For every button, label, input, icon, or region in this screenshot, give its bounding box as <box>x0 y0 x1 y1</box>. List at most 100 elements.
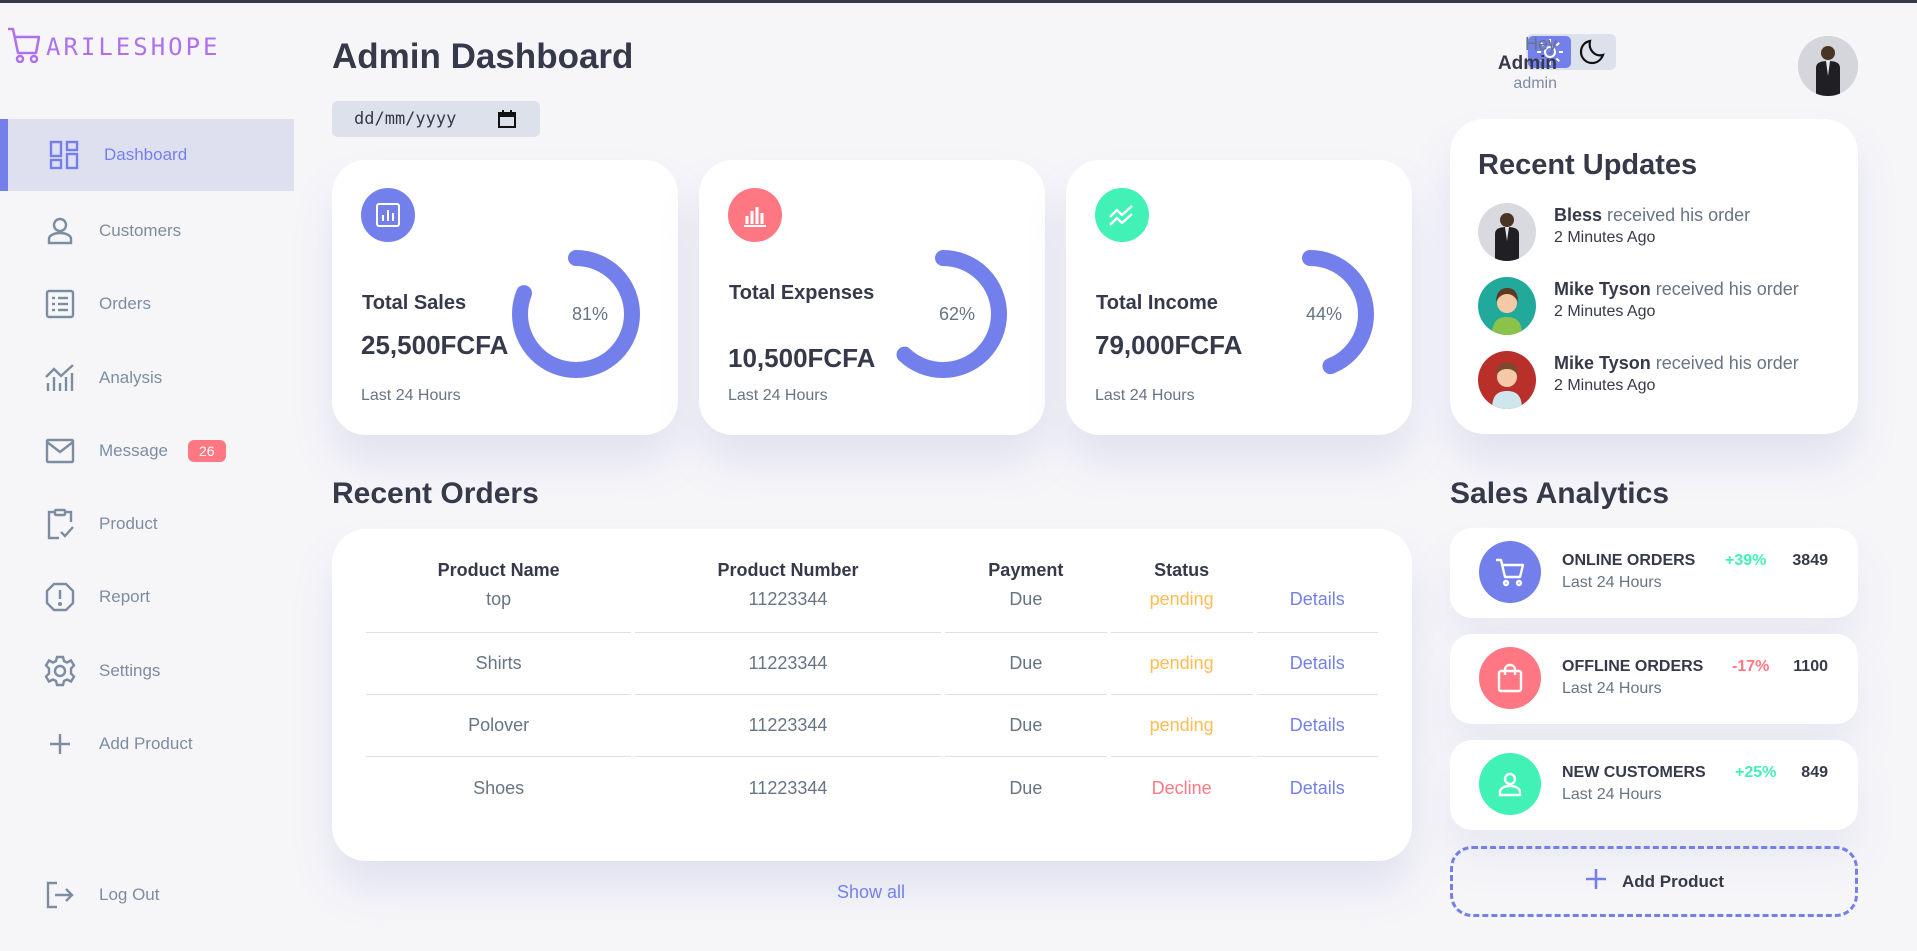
analytic-subtitle: Last 24 Hours <box>1562 680 1662 697</box>
sidebar-item-label: Dashboard <box>104 145 188 164</box>
avatar <box>1478 277 1536 335</box>
sales-card: Total Sales 25,500FCFA 81% Last 24 Hours <box>332 160 678 435</box>
avatar <box>1478 351 1536 409</box>
greeting: Hey <box>1524 34 1557 54</box>
analytic-subtitle: Last 24 Hours <box>1562 574 1662 591</box>
payment-cell: Due <box>944 695 1107 757</box>
avatar <box>1478 203 1536 261</box>
product-name-cell: top <box>366 585 632 633</box>
recent-updates-title: Recent Updates <box>1478 149 1698 181</box>
shopping-bag-icon <box>1479 647 1541 709</box>
table-row: Shoes 11223344 Due Decline Details <box>366 757 1378 819</box>
analytic-change: +39% <box>1725 552 1767 569</box>
update-time: 2 Minutes Ago <box>1554 377 1656 394</box>
sales-analytics-title: Sales Analytics <box>1450 477 1670 510</box>
analytic-subtitle: Last 24 Hours <box>1562 786 1662 803</box>
status-cell: Decline <box>1151 777 1212 798</box>
payment-cell: Due <box>944 633 1107 695</box>
analytic-count: 849 <box>1801 764 1828 781</box>
sidebar-item-label: Report <box>99 587 151 606</box>
analytic-label: NEW CUSTOMERS <box>1562 764 1706 781</box>
update-name: Mike Tyson <box>1554 353 1651 373</box>
update-item: Bless received his order 2 Minutes Ago <box>1478 203 1848 263</box>
card-title: Total Expenses <box>729 282 875 304</box>
mail-icon <box>44 435 76 467</box>
card-title: Total Income <box>1096 292 1218 314</box>
card-title: Total Sales <box>362 292 467 314</box>
update-item: Mike Tyson received his order 2 Minutes … <box>1478 277 1848 337</box>
details-link[interactable]: Details <box>1256 695 1378 757</box>
online-orders-card: ONLINE ORDERS Last 24 Hours +39% 3849 <box>1450 528 1858 618</box>
sidebar-item-dashboard[interactable]: Dashboard <box>0 119 294 191</box>
update-text: Bless received his order <box>1554 205 1750 226</box>
plus-icon <box>44 728 76 760</box>
show-all-link[interactable]: Show all <box>837 882 905 903</box>
product-name-cell: Shirts <box>366 633 632 695</box>
user-role: admin <box>1513 75 1557 92</box>
update-message: received his order <box>1650 279 1799 299</box>
receipt-list-icon <box>44 288 76 320</box>
sidebar-item-label: Add Product <box>99 734 193 753</box>
product-name-cell: Shoes <box>473 777 525 798</box>
sidebar-item-label: Product <box>99 514 158 533</box>
logout-button[interactable]: Log Out <box>0 859 294 931</box>
update-text: Mike Tyson received his order <box>1554 279 1799 300</box>
column-header: Status <box>1154 559 1210 580</box>
cart-icon <box>6 25 41 68</box>
sidebar-item-add-product[interactable]: Add Product <box>0 708 294 780</box>
orders-table: Product Name Product Number Payment Stat… <box>362 555 1382 819</box>
product-name-cell: Polover <box>366 695 632 757</box>
table-row: top 11223344 Due pending Details <box>366 585 1378 633</box>
sales-chart-icon <box>361 188 415 242</box>
sidebar-item-message[interactable]: Message 26 <box>0 415 294 487</box>
table-row: Shirts 11223344 Due pending Details <box>366 633 1378 695</box>
gear-icon <box>44 655 76 687</box>
profile-info: Hey Admin admin <box>1498 34 1557 94</box>
income-card: Total Income 79,000FCFA 44% Last 24 Hour… <box>1066 160 1412 435</box>
sidebar-item-analysis[interactable]: Analysis <box>0 342 294 414</box>
analytic-change: -17% <box>1732 658 1770 675</box>
details-link[interactable]: Details <box>1256 585 1378 633</box>
recent-updates-panel: Recent Updates Bless received his order … <box>1450 119 1858 434</box>
brand-name: ARILESHOPE <box>46 32 221 61</box>
details-link[interactable]: Details <box>1257 757 1379 819</box>
new-customers-card: NEW CUSTOMERS Last 24 Hours +25% 849 <box>1450 740 1858 830</box>
recent-orders-panel: Product Name Product Number Payment Stat… <box>332 529 1412 861</box>
page-title: Admin Dashboard <box>332 37 634 76</box>
date-input[interactable]: dd/mm/yyyy <box>332 101 540 137</box>
report-icon <box>44 581 76 613</box>
payment-cell: Due <box>944 585 1107 633</box>
product-number-cell: 11223344 <box>635 633 941 695</box>
sidebar-item-customers[interactable]: Customers <box>0 195 294 267</box>
person-icon <box>44 215 76 247</box>
brand-logo[interactable]: ARILESHOPE <box>6 25 221 68</box>
card-percent: 44% <box>1305 304 1343 324</box>
moon-icon[interactable] <box>1578 38 1606 71</box>
details-link[interactable]: Details <box>1256 633 1378 695</box>
calendar-icon[interactable] <box>498 110 516 133</box>
person-icon <box>1479 753 1541 815</box>
update-message: received his order <box>1602 205 1751 225</box>
sidebar-item-report[interactable]: Report <box>0 561 294 633</box>
sidebar-item-product[interactable]: Product <box>0 488 294 560</box>
logout-label: Log Out <box>99 885 160 904</box>
update-time: 2 Minutes Ago <box>1554 303 1656 320</box>
update-text: Mike Tyson received his order <box>1554 353 1799 374</box>
payment-cell: Due <box>1009 777 1043 798</box>
insights-icon <box>44 362 76 394</box>
add-product-label: Add Product <box>1622 871 1724 891</box>
expenses-card: Total Expenses 10,500FCFA 62% Last 24 Ho… <box>699 160 1045 435</box>
card-value: 10,500FCFA <box>728 343 876 373</box>
card-percent: 62% <box>938 304 976 324</box>
analytic-change: +25% <box>1735 764 1777 781</box>
analytic-label: OFFLINE ORDERS <box>1562 658 1704 675</box>
sidebar-item-orders[interactable]: Orders <box>0 268 294 340</box>
avatar[interactable] <box>1798 36 1858 96</box>
status-cell: pending <box>1110 633 1253 695</box>
add-product-button[interactable]: Add Product <box>1450 846 1858 917</box>
card-value: 25,500FCFA <box>361 330 509 360</box>
inventory-icon <box>44 508 76 540</box>
sidebar-item-settings[interactable]: Settings <box>0 635 294 707</box>
logout-icon <box>44 879 76 911</box>
card-subtitle: Last 24 Hours <box>728 387 828 404</box>
